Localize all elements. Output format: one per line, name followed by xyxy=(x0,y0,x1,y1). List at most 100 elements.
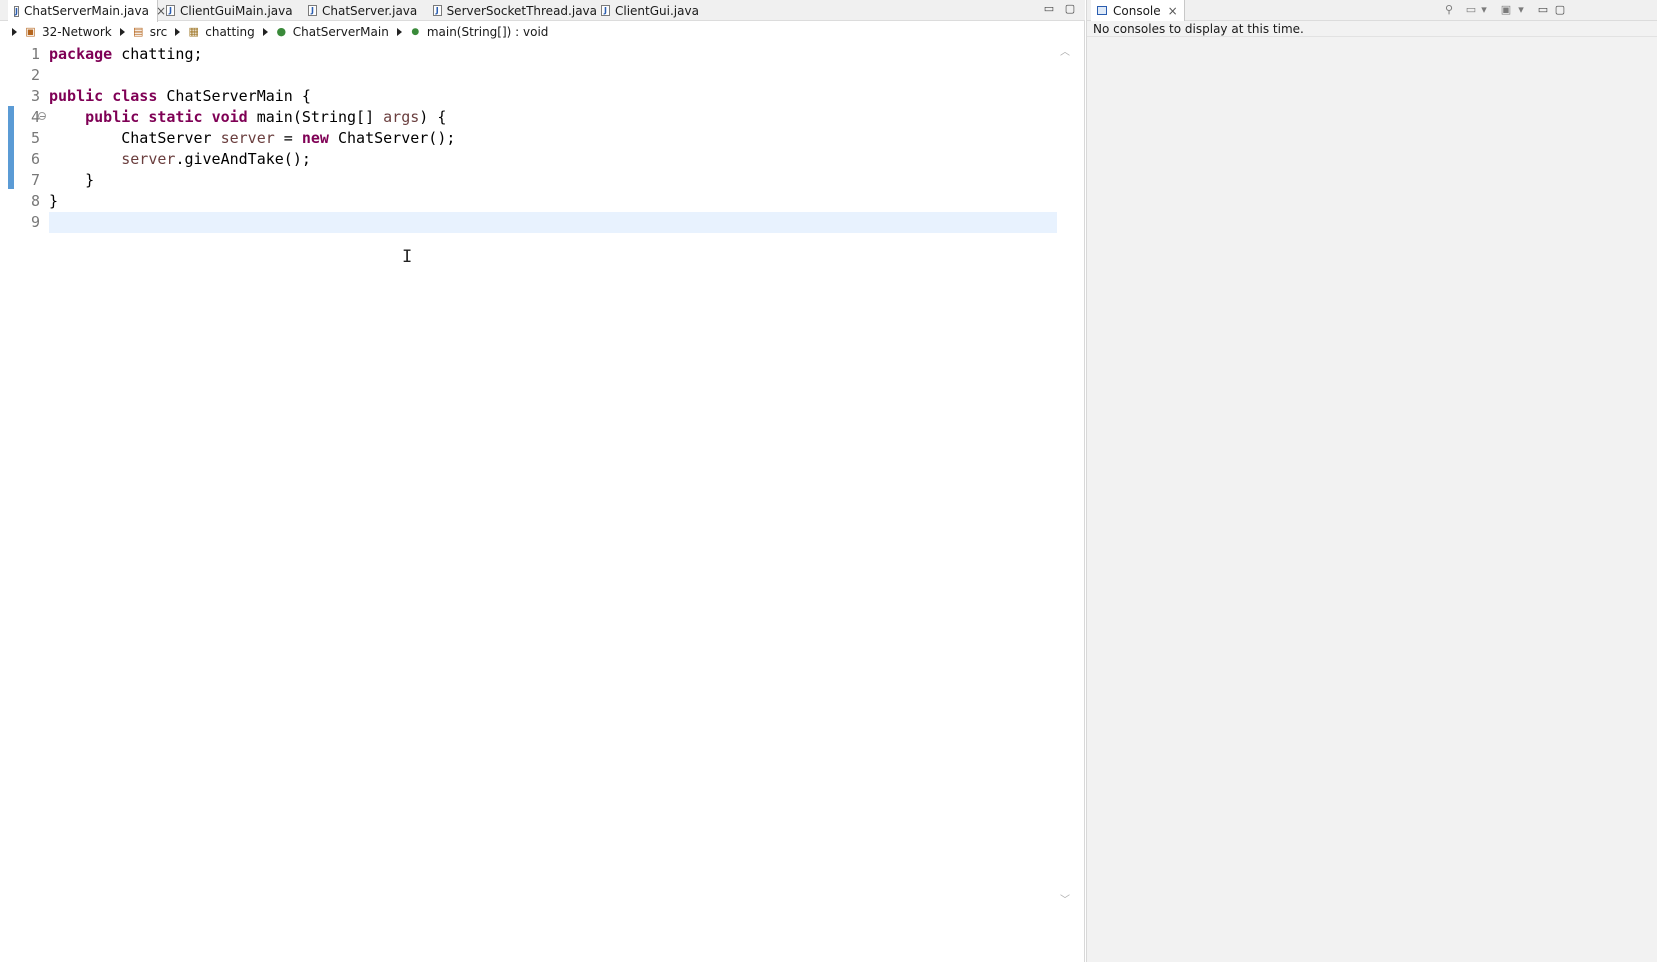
code-line[interactable]: public static void main(String[] args) { xyxy=(49,107,1057,128)
tab-label: Console xyxy=(1113,3,1161,18)
line-number-ruler: 1 2 3 4 5 6 7 8 9 xyxy=(18,44,40,233)
breadcrumb-label: ChatServerMain xyxy=(292,25,389,39)
code-line[interactable]: package chatting; xyxy=(49,44,1057,65)
scroll-down-icon[interactable]: ﹀ xyxy=(1060,896,1070,906)
code-keyword: static xyxy=(148,108,203,126)
code-text: } xyxy=(49,192,59,210)
code-line[interactable]: public class ChatServerMain { xyxy=(49,86,1057,107)
breadcrumb-arrow-icon[interactable] xyxy=(175,28,181,36)
tab-label: ChatServer.java xyxy=(322,3,418,18)
line-number: 7 xyxy=(30,171,40,189)
breadcrumb-label: 32-Network xyxy=(42,25,112,39)
code-text: chatting; xyxy=(112,45,203,63)
console-icon xyxy=(1097,6,1107,15)
code-variable: server xyxy=(220,129,275,147)
tab-console[interactable]: Console × xyxy=(1091,0,1185,21)
breadcrumb-item-project[interactable]: ▣ 32-Network xyxy=(24,25,112,39)
breadcrumb-item-method[interactable]: ● main(String[]) : void xyxy=(409,25,549,39)
breadcrumb-item-class[interactable]: ● ChatServerMain xyxy=(275,25,389,39)
code-line[interactable]: ​ xyxy=(49,65,1057,86)
code-text-area[interactable]: package chatting;​public class ChatServe… xyxy=(49,44,1057,233)
line-number: 9 xyxy=(30,213,40,231)
console-pane: Console × ⚲ ▭ ▾ ▣ ▾ ▭ ▢ No consoles to d… xyxy=(1086,0,1657,962)
tab-label: ServerSocketThread.java xyxy=(446,3,597,18)
code-text: .giveAndTake(); xyxy=(175,150,311,168)
vertical-scrollbar[interactable]: ︿ ﹀ xyxy=(1057,42,1073,910)
line-number: 3 xyxy=(30,87,40,105)
tab-serversocketthread[interactable]: J ServerSocketThread.java xyxy=(427,0,597,21)
maximize-icon[interactable]: ▢ xyxy=(1064,3,1076,15)
tab-clientgui[interactable]: J ClientGui.java xyxy=(595,0,715,21)
fold-collapse-icon[interactable]: − xyxy=(38,112,46,121)
code-variable: args xyxy=(383,108,420,126)
code-keyword: public xyxy=(49,87,104,105)
breadcrumb: ▣ 32-Network ▤ src ▦ chatting ● ChatServ… xyxy=(0,22,1085,42)
breadcrumb-arrow-icon[interactable] xyxy=(119,28,125,36)
code-line[interactable]: } xyxy=(49,170,1057,191)
tab-clientguimain[interactable]: J ClientGuiMain.java xyxy=(160,0,300,21)
code-text: ChatServer xyxy=(49,129,221,147)
display-console-icon[interactable]: ▭ xyxy=(1464,3,1478,17)
code-keyword: package xyxy=(49,45,113,63)
java-file-icon: J xyxy=(601,5,610,16)
code-editor[interactable]: 123456789 − package chatting;​public cla… xyxy=(0,42,1085,962)
code-text: = xyxy=(274,129,302,147)
chevron-down-icon[interactable]: ▾ xyxy=(1517,3,1525,17)
code-keyword: new xyxy=(301,129,329,147)
code-variable: server xyxy=(121,150,176,168)
editor-pane: J ChatServerMain.java × J ClientGuiMain.… xyxy=(0,0,1085,962)
scroll-up-icon[interactable]: ︿ xyxy=(1060,48,1070,58)
minimize-icon[interactable]: ▭ xyxy=(1043,3,1055,15)
tab-chatserver[interactable]: J ChatServer.java xyxy=(302,0,426,21)
java-file-icon: J xyxy=(433,5,442,16)
line-number: 5 xyxy=(30,129,40,147)
text-cursor-icon: I xyxy=(402,247,413,267)
minimize-icon[interactable]: ▭ xyxy=(1536,3,1550,17)
chevron-down-icon[interactable]: ▾ xyxy=(1480,3,1488,17)
code-line[interactable]: ChatServer server = new ChatServer(); xyxy=(49,128,1057,149)
code-text: ) { xyxy=(419,108,447,126)
quick-diff-marker xyxy=(8,106,14,189)
breadcrumb-label: main(String[]) : void xyxy=(426,25,549,39)
breadcrumb-item-package[interactable]: ▦ chatting xyxy=(187,25,255,39)
breadcrumb-arrow-icon[interactable] xyxy=(262,28,268,36)
maximize-icon[interactable]: ▢ xyxy=(1553,3,1567,17)
breadcrumb-label: src xyxy=(149,25,168,39)
open-console-icon[interactable]: ▣ xyxy=(1499,3,1513,17)
code-line-current[interactable]: ​ xyxy=(49,212,1057,233)
breadcrumb-arrow-icon[interactable] xyxy=(12,28,17,36)
code-keyword: void xyxy=(211,108,248,126)
code-line[interactable]: } xyxy=(49,191,1057,212)
line-number: 1 xyxy=(30,45,40,63)
tab-chatservermain[interactable]: J ChatServerMain.java × xyxy=(8,0,166,22)
code-line[interactable]: server.giveAndTake(); xyxy=(49,149,1057,170)
breadcrumb-arrow-icon[interactable] xyxy=(396,28,402,36)
project-icon: ▣ xyxy=(25,25,36,38)
code-keyword: class xyxy=(112,87,158,105)
line-number: 6 xyxy=(30,150,40,168)
code-keyword: public xyxy=(85,108,140,126)
console-body xyxy=(1087,36,1657,962)
line-number: 4 xyxy=(30,108,40,126)
tab-label: ClientGui.java xyxy=(615,3,699,18)
java-file-icon: J xyxy=(14,5,19,17)
breadcrumb-item-src[interactable]: ▤ src xyxy=(132,25,168,39)
code-text: main(String[] xyxy=(247,108,384,126)
java-file-icon: J xyxy=(166,5,175,16)
pin-console-icon[interactable]: ⚲ xyxy=(1442,3,1456,17)
source-folder-icon: ▤ xyxy=(133,25,144,38)
package-icon: ▦ xyxy=(188,25,199,38)
code-text: ChatServerMain { xyxy=(157,87,311,105)
breadcrumb-label: chatting xyxy=(205,25,255,39)
java-file-icon: J xyxy=(308,5,317,16)
editor-tabbar: J ChatServerMain.java × J ClientGuiMain.… xyxy=(0,0,1085,22)
eclipse-workbench: J ChatServerMain.java × J ClientGuiMain.… xyxy=(0,0,1657,962)
close-icon[interactable]: × xyxy=(1168,5,1178,17)
class-icon: ● xyxy=(276,25,287,38)
console-tabbar: Console × ⚲ ▭ ▾ ▣ ▾ ▭ ▢ xyxy=(1087,0,1657,21)
